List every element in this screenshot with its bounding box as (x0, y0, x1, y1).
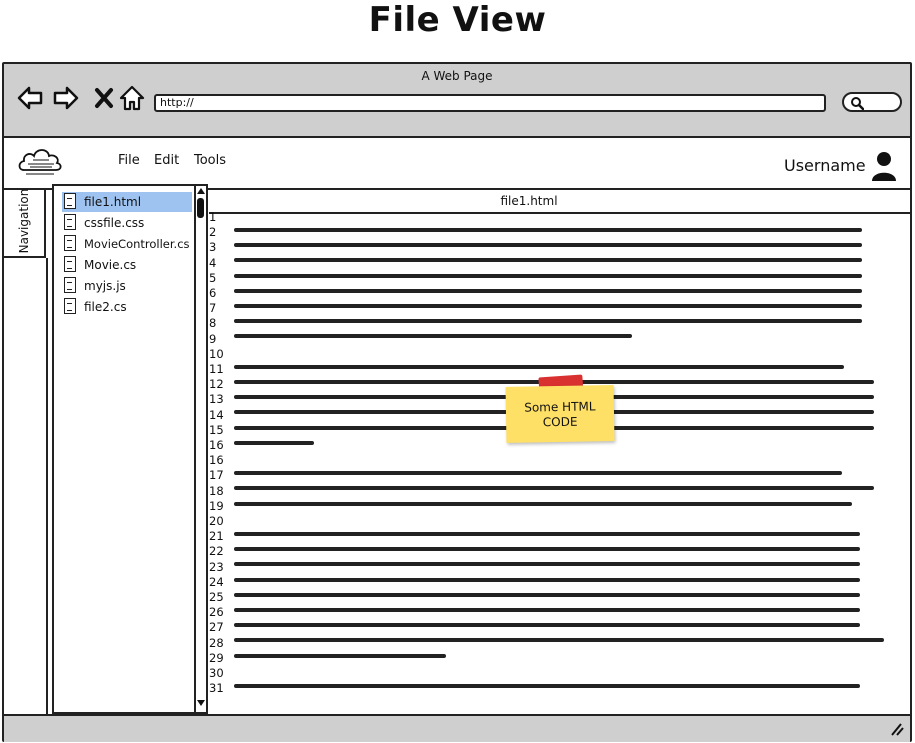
status-bar (4, 714, 910, 742)
sticky-note-line2: CODE (542, 414, 578, 430)
code-line-placeholder (234, 243, 862, 248)
code-line-placeholder (234, 532, 860, 536)
code-area[interactable] (4, 64, 910, 714)
code-line-placeholder (234, 228, 862, 232)
code-line-placeholder (234, 486, 874, 491)
code-line-placeholder (234, 577, 860, 582)
code-line-placeholder (234, 273, 862, 278)
code-line-placeholder (234, 288, 862, 293)
code-line-placeholder (234, 364, 844, 369)
code-line-placeholder (234, 258, 862, 263)
code-line-placeholder (234, 440, 314, 445)
code-line-placeholder (234, 653, 446, 658)
resize-grip-icon[interactable] (888, 722, 904, 736)
browser-window: A Web Page http:// File Edit Tools Usern… (2, 62, 912, 742)
code-line-placeholder (234, 501, 852, 506)
code-line-placeholder (234, 608, 860, 612)
code-line-placeholder (234, 304, 862, 308)
code-line-placeholder (234, 334, 632, 339)
code-line-placeholder (234, 592, 860, 597)
sticky-note-text: Some HTML CODE (506, 399, 615, 431)
code-line-placeholder (234, 623, 860, 628)
sticky-note-line1: Some HTML (524, 399, 596, 415)
code-line-placeholder (234, 547, 860, 552)
sticky-note: Some HTML CODE (505, 385, 615, 443)
code-line-placeholder (234, 684, 860, 688)
code-line-placeholder (234, 471, 842, 476)
page-heading: File View (368, 0, 547, 40)
code-line-placeholder (234, 319, 862, 324)
code-line-placeholder (234, 638, 884, 643)
code-line-placeholder (234, 562, 860, 567)
